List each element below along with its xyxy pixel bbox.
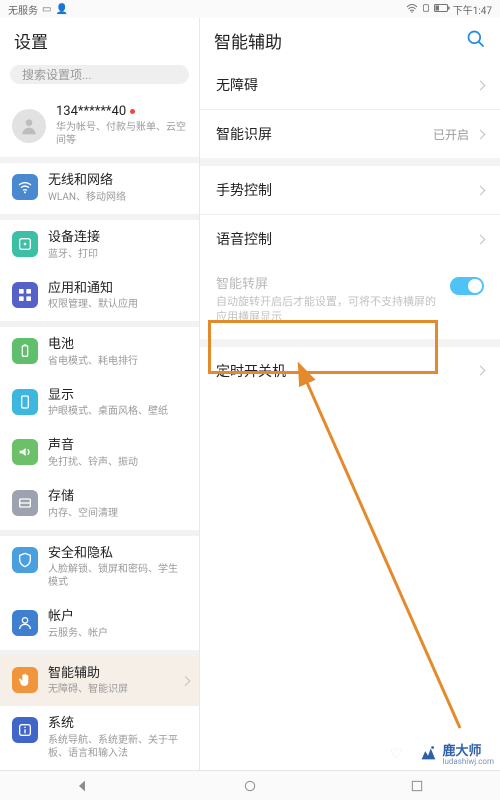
device-icon bbox=[12, 231, 38, 257]
account-phone: 134******40 bbox=[56, 104, 187, 119]
sidebar-item-wireless[interactable]: 无线和网络WLAN、移动网络 bbox=[0, 163, 199, 220]
detail-item-voice-control[interactable]: 语音控制 bbox=[200, 215, 500, 263]
chevron-right-icon bbox=[476, 366, 486, 376]
battery-icon bbox=[12, 338, 38, 364]
nav-recent-button[interactable] bbox=[407, 776, 427, 796]
smart-rotate-toggle[interactable] bbox=[450, 277, 484, 295]
chevron-right-icon bbox=[476, 80, 486, 90]
detail-item-smart-rotate: 智能转屏 自动旋转开启后才能设置，可将不支持横屏的应用横屏显示 bbox=[200, 263, 500, 339]
no-service-text: 无服务 bbox=[8, 2, 38, 17]
notification-dot-icon bbox=[130, 109, 135, 114]
sidebar-item-display[interactable]: 显示护眼模式、桌面风格、壁纸 bbox=[0, 378, 199, 429]
sound-icon bbox=[12, 439, 38, 465]
wifi-icon bbox=[406, 3, 418, 16]
settings-sidebar: 设置 搜索设置项... 134******40 华为帐号、付款与账单、云空间等 … bbox=[0, 18, 200, 770]
search-input[interactable]: 搜索设置项... bbox=[10, 65, 189, 84]
chevron-right-icon bbox=[476, 129, 486, 139]
search-placeholder: 搜索设置项... bbox=[22, 66, 92, 83]
chevron-right-icon bbox=[476, 234, 486, 244]
status-bar: 无服务 ▭ 👤 下午1:47 bbox=[0, 0, 500, 18]
user-icon bbox=[12, 610, 38, 636]
category-list: 无线和网络WLAN、移动网络 设备连接蓝牙、打印 应用和通知权限管理、默认应用 … bbox=[0, 163, 199, 770]
watermark-logo-icon bbox=[417, 742, 439, 764]
sidebar-item-accounts[interactable]: 帐户云服务、帐户 bbox=[0, 599, 199, 656]
heart-icon: ♡ bbox=[390, 746, 403, 762]
settings-title: 设置 bbox=[0, 18, 199, 61]
avatar bbox=[12, 109, 46, 143]
sidebar-item-security[interactable]: 安全和隐私人脸解锁、锁屏和密码、学生模式 bbox=[0, 536, 199, 600]
android-nav-bar bbox=[0, 770, 500, 800]
detail-pane: 智能辅助 无障碍 智能识屏 已开启 手势控制 语音控制 bbox=[200, 18, 500, 770]
display-icon bbox=[12, 389, 38, 415]
chevron-right-icon bbox=[182, 678, 189, 685]
wifi-icon bbox=[12, 174, 38, 200]
shield-icon bbox=[12, 547, 38, 573]
detail-item-gesture-control[interactable]: 手势控制 bbox=[200, 166, 500, 215]
apps-icon bbox=[12, 282, 38, 308]
sim-icon: ▭ bbox=[42, 4, 51, 15]
status-left: 无服务 ▭ 👤 bbox=[8, 2, 68, 17]
sidebar-item-system[interactable]: 系统系统导航、系统更新、关于平板、语言和输入法 bbox=[0, 706, 199, 770]
search-button[interactable] bbox=[466, 29, 486, 53]
detail-title: 智能辅助 bbox=[214, 28, 282, 53]
battery-icon bbox=[434, 4, 450, 15]
nav-home-button[interactable] bbox=[240, 776, 260, 796]
sidebar-item-storage[interactable]: 存储内存、空间清理 bbox=[0, 479, 199, 536]
account-row[interactable]: 134******40 华为帐号、付款与账单、云空间等 bbox=[0, 94, 199, 163]
sidebar-item-device-connection[interactable]: 设备连接蓝牙、打印 bbox=[0, 220, 199, 271]
account-sub: 华为帐号、付款与账单、云空间等 bbox=[56, 121, 187, 147]
info-icon bbox=[12, 717, 38, 743]
annotation-arrow-icon bbox=[280, 358, 480, 738]
storage-icon bbox=[12, 490, 38, 516]
status-right: 下午1:47 bbox=[406, 2, 492, 17]
sidebar-item-apps[interactable]: 应用和通知权限管理、默认应用 bbox=[0, 271, 199, 328]
detail-item-smart-screen[interactable]: 智能识屏 已开启 bbox=[200, 110, 500, 158]
chevron-right-icon bbox=[476, 185, 486, 195]
nav-back-button[interactable] bbox=[73, 776, 93, 796]
hand-icon bbox=[12, 667, 38, 693]
detail-item-accessibility[interactable]: 无障碍 bbox=[200, 61, 500, 110]
detail-item-scheduled-power[interactable]: 定时开关机 bbox=[200, 347, 500, 395]
sidebar-item-sound[interactable]: 声音免打扰、铃声、振动 bbox=[0, 428, 199, 479]
watermark: 鹿大师 ludashiwj.com bbox=[417, 740, 495, 766]
rotate-lock-icon bbox=[421, 3, 431, 16]
detail-value: 已开启 bbox=[433, 126, 469, 143]
person-icon: 👤 bbox=[55, 4, 67, 15]
status-time: 下午1:47 bbox=[453, 2, 492, 17]
sidebar-item-battery[interactable]: 电池省电模式、耗电排行 bbox=[0, 327, 199, 378]
sidebar-item-smart-assistance[interactable]: 智能辅助无障碍、智能识屏 bbox=[0, 656, 199, 707]
